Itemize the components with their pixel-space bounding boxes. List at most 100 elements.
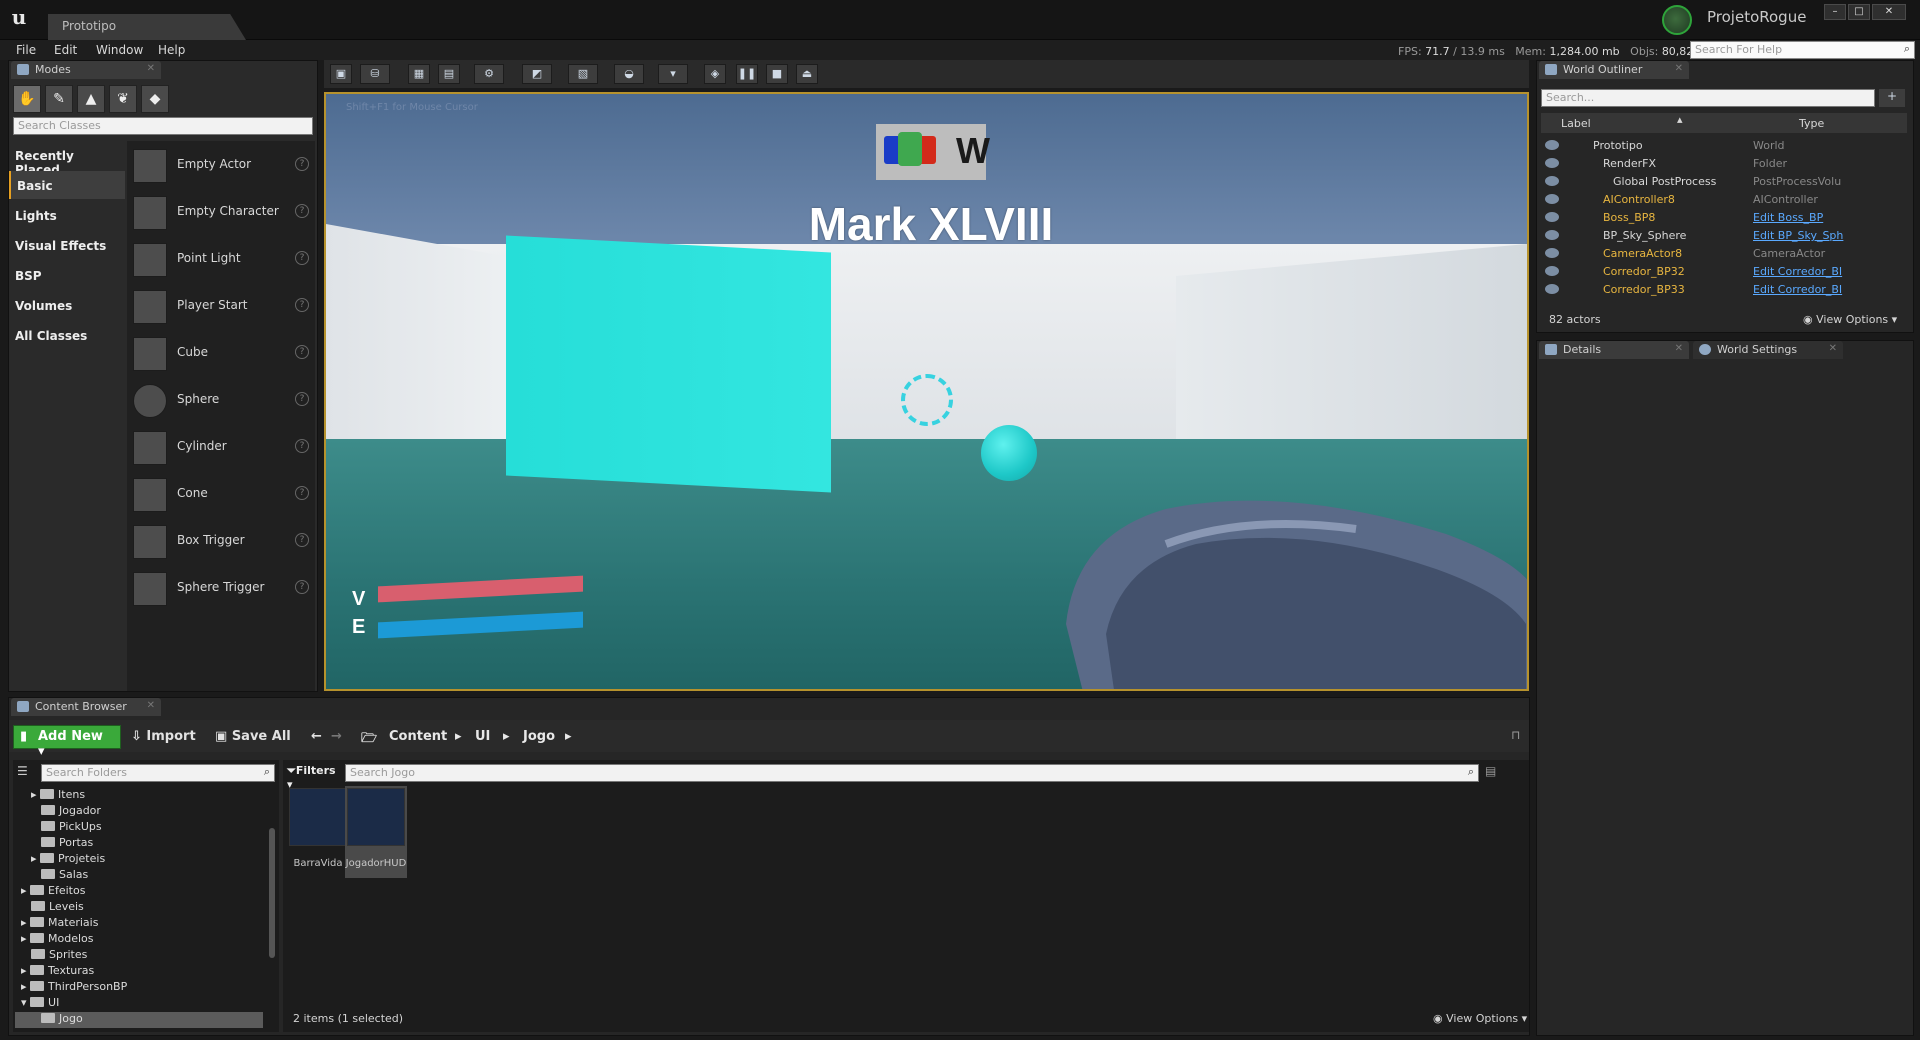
asset-tile-selected[interactable]: JogadorHUD: [345, 786, 407, 878]
edit-blueprint-link[interactable]: Edit Corredor_BI: [1753, 283, 1842, 296]
folder-item[interactable]: ▸ Materiais: [21, 916, 98, 932]
menu-edit[interactable]: Edit: [54, 43, 77, 57]
folder-item[interactable]: Salas: [41, 868, 88, 884]
unreal-logo-icon[interactable]: u: [6, 4, 32, 30]
visibility-eye-icon[interactable]: [1545, 194, 1559, 204]
help-icon[interactable]: ?: [295, 251, 309, 265]
breadcrumb-ui[interactable]: UI: [475, 729, 490, 744]
category-all-classes[interactable]: All Classes: [9, 321, 125, 349]
table-row[interactable]: Global PostProcess PostProcessVolu: [1541, 173, 1901, 191]
folder-item[interactable]: ▸ Itens: [31, 788, 85, 804]
table-row[interactable]: RenderFX Folder: [1541, 155, 1901, 173]
geometry-mode-icon[interactable]: ◆: [141, 85, 169, 113]
filters-button[interactable]: ⏷Filters ▾: [287, 764, 341, 791]
launch-icon[interactable]: ◈: [704, 64, 726, 84]
marketplace-icon[interactable]: ▤: [438, 64, 460, 84]
level-tab[interactable]: Prototipo: [48, 14, 246, 40]
menu-window[interactable]: Window: [96, 43, 143, 57]
table-row[interactable]: Prototipo World: [1541, 137, 1901, 155]
table-row[interactable]: CameraActor8 CameraActor: [1541, 245, 1901, 263]
folder-item[interactable]: Jogador: [41, 804, 101, 820]
list-item[interactable]: Cylinder?: [127, 425, 315, 471]
outliner-search-input[interactable]: Search...: [1541, 89, 1875, 107]
source-control-icon[interactable]: ⛁: [360, 64, 390, 84]
tab-details[interactable]: Details ✕: [1539, 341, 1689, 359]
table-row[interactable]: Boss_BP8 Edit Boss_BP: [1541, 209, 1901, 227]
help-icon[interactable]: ?: [295, 486, 309, 500]
table-row[interactable]: Corredor_BP32 Edit Corredor_BI: [1541, 263, 1901, 281]
help-icon[interactable]: ?: [295, 204, 309, 218]
help-icon[interactable]: ?: [295, 298, 309, 312]
help-icon[interactable]: ?: [295, 157, 309, 171]
close-tab-icon[interactable]: ✕: [1675, 343, 1683, 354]
sources-toggle-icon[interactable]: ☰: [17, 764, 28, 778]
visibility-eye-icon[interactable]: [1545, 212, 1559, 222]
list-item[interactable]: Cube?: [127, 331, 315, 377]
folder-item[interactable]: ▾ UI: [21, 996, 59, 1012]
help-icon[interactable]: ?: [295, 580, 309, 594]
pause-icon[interactable]: ❚❚: [736, 64, 758, 84]
help-icon[interactable]: ?: [295, 345, 309, 359]
category-recently-placed[interactable]: Recently Placed: [9, 141, 125, 177]
save-icon[interactable]: ▣: [330, 64, 352, 84]
search-assets-input[interactable]: Search Jogo ⌕: [345, 764, 1479, 782]
view-options-button[interactable]: ◉ View Options ▾: [1433, 1012, 1527, 1025]
forward-icon[interactable]: →: [331, 729, 342, 744]
close-tab-icon[interactable]: ✕: [147, 700, 155, 711]
visibility-eye-icon[interactable]: [1545, 266, 1559, 276]
visibility-eye-icon[interactable]: [1545, 158, 1559, 168]
breadcrumb-content[interactable]: Content: [389, 729, 447, 744]
category-bsp[interactable]: BSP: [9, 261, 125, 289]
play-options-icon[interactable]: ▾: [658, 64, 688, 84]
list-item[interactable]: Point Light?: [127, 237, 315, 283]
save-search-icon[interactable]: ▤: [1485, 764, 1496, 778]
list-item[interactable]: Cone?: [127, 472, 315, 518]
breadcrumb-separator-icon[interactable]: ▸: [565, 729, 572, 744]
visibility-eye-icon[interactable]: [1545, 284, 1559, 294]
breadcrumb-separator-icon[interactable]: ▸: [503, 729, 510, 744]
minimize-button[interactable]: –: [1824, 4, 1846, 20]
category-volumes[interactable]: Volumes: [9, 291, 125, 319]
close-tab-icon[interactable]: ✕: [1675, 63, 1683, 74]
tab-world-outliner[interactable]: World Outliner ✕: [1539, 61, 1689, 79]
folder-item[interactable]: ▸ ThirdPersonBP: [21, 980, 127, 996]
add-new-button[interactable]: ▮ Add New ▾: [13, 725, 121, 759]
table-row[interactable]: Corredor_BP33 Edit Corredor_BI: [1541, 281, 1901, 299]
visibility-eye-icon[interactable]: [1545, 140, 1559, 150]
list-item[interactable]: Empty Actor?: [127, 143, 315, 189]
folder-item[interactable]: Portas: [41, 836, 93, 852]
maximize-button[interactable]: □: [1848, 4, 1870, 20]
search-classes-input[interactable]: Search Classes: [13, 117, 313, 135]
cinematics-icon[interactable]: ▧: [568, 64, 598, 84]
menu-help[interactable]: Help: [158, 43, 185, 57]
visibility-eye-icon[interactable]: [1545, 248, 1559, 258]
edit-blueprint-link[interactable]: Edit Boss_BP: [1753, 211, 1823, 224]
search-folders-input[interactable]: Search Folders ⌕: [41, 764, 275, 782]
eject-icon[interactable]: ⏏: [796, 64, 818, 84]
folder-item[interactable]: PickUps: [41, 820, 102, 836]
visibility-eye-icon[interactable]: [1545, 230, 1559, 240]
breadcrumb-separator-icon[interactable]: ▸: [455, 729, 462, 744]
landscape-mode-icon[interactable]: ▲: [77, 85, 105, 113]
list-item[interactable]: Empty Character?: [127, 190, 315, 236]
folder-item[interactable]: ▸ Modelos: [21, 932, 94, 948]
close-tab-icon[interactable]: ✕: [1829, 343, 1837, 354]
foliage-mode-icon[interactable]: ❦: [109, 85, 137, 113]
edit-blueprint-link[interactable]: Edit Corredor_BI: [1753, 265, 1842, 278]
folder-item[interactable]: Sprites: [31, 948, 87, 964]
table-row[interactable]: AIController8 AIController: [1541, 191, 1901, 209]
game-viewport[interactable]: Shift+F1 for Mouse Cursor W Mark XLVIII …: [324, 92, 1529, 691]
edit-blueprint-link[interactable]: Edit BP_Sky_Sph: [1753, 229, 1843, 242]
content-icon[interactable]: ▦: [408, 64, 430, 84]
place-mode-icon[interactable]: ✋: [13, 85, 41, 113]
column-type[interactable]: Type: [1799, 117, 1824, 130]
list-item[interactable]: Sphere Trigger?: [127, 566, 315, 612]
blueprints-icon[interactable]: ◩: [522, 64, 552, 84]
tab-world-settings[interactable]: World Settings ✕: [1693, 341, 1843, 359]
asset-tile[interactable]: BarraVida: [287, 786, 349, 878]
stop-icon[interactable]: ■: [766, 64, 788, 84]
help-icon[interactable]: ?: [295, 392, 309, 406]
list-item[interactable]: Sphere?: [127, 378, 315, 424]
project-indicator[interactable]: ProjetoRogue: [1655, 4, 1825, 35]
menu-file[interactable]: File: [16, 43, 36, 57]
